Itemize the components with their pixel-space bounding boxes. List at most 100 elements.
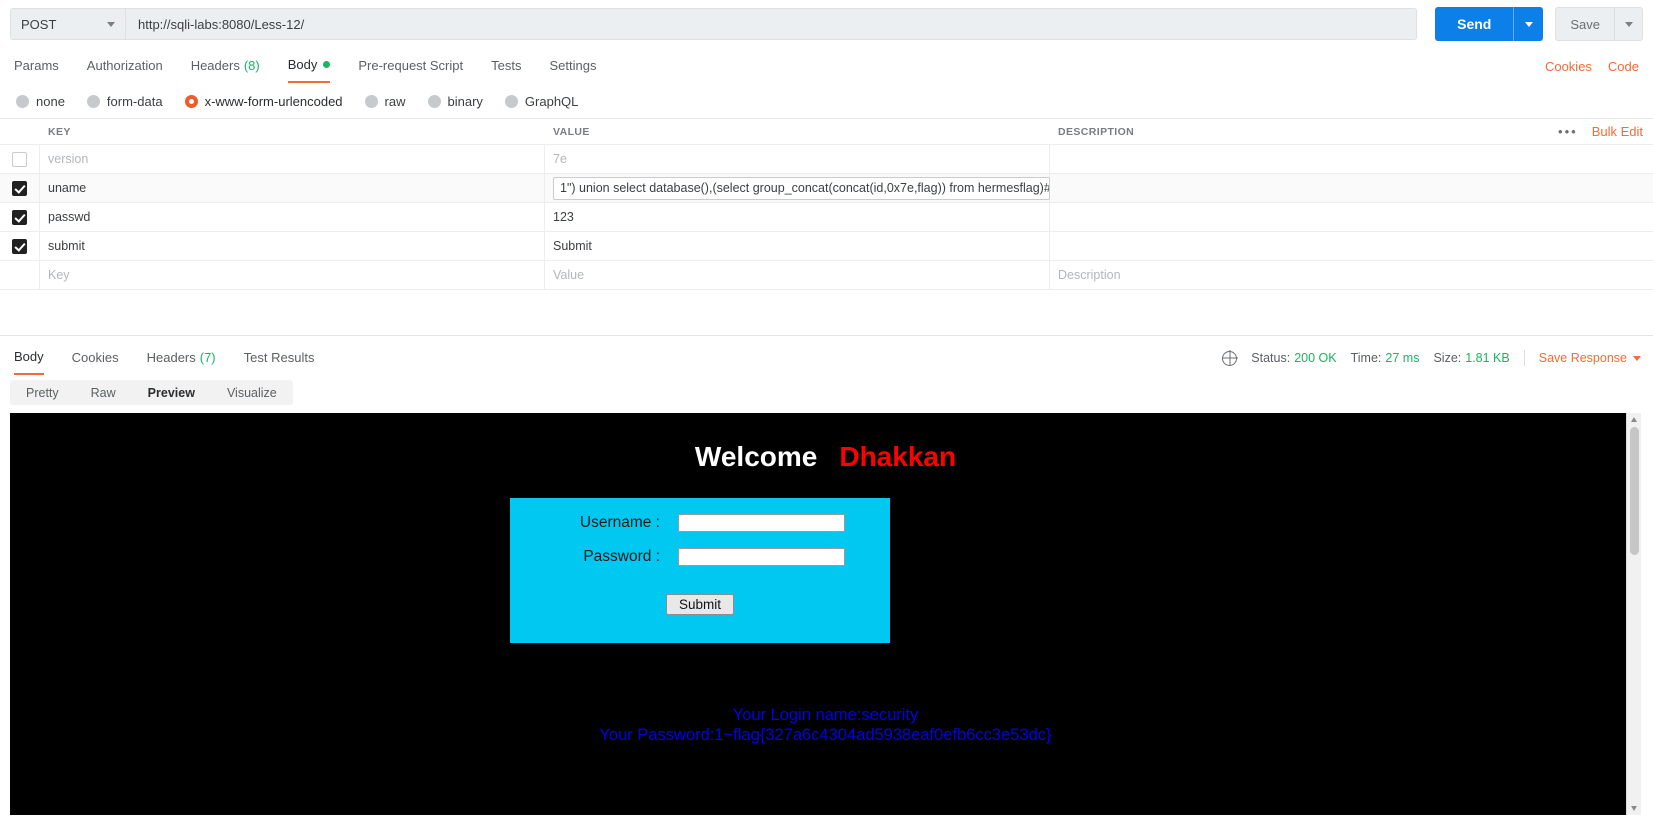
view-mode-pretty[interactable]: Pretty — [10, 386, 75, 400]
table-row[interactable]: submit Submit — [0, 232, 1653, 261]
tab-label: Headers — [190, 58, 240, 73]
tab-headers[interactable]: Headers (8) — [191, 50, 260, 82]
body-type-none[interactable]: none — [16, 94, 65, 109]
param-key[interactable]: submit — [48, 239, 85, 253]
column-header-description: DESCRIPTION — [1058, 125, 1135, 138]
new-param-description[interactable]: Description — [1058, 268, 1121, 282]
body-type-label: raw — [384, 93, 406, 109]
new-param-key[interactable]: Key — [48, 268, 70, 282]
tab-label: Test Results — [243, 350, 315, 365]
tab-authorization[interactable]: Authorization — [87, 50, 163, 82]
body-type-binary[interactable]: binary — [427, 93, 483, 109]
preview-scrollbar[interactable] — [1626, 413, 1641, 815]
view-mode-preview[interactable]: Preview — [132, 386, 211, 400]
username-row: Username : — [510, 514, 890, 532]
save-button[interactable]: Save — [1555, 7, 1643, 41]
username-input[interactable] — [678, 514, 845, 532]
table-row[interactable]: passwd 123 — [0, 203, 1653, 232]
param-value: 1") union select database(),(select grou… — [560, 181, 1049, 195]
body-type-raw[interactable]: raw — [364, 93, 406, 109]
table-row[interactable]: version 7e — [0, 145, 1653, 174]
tab-pre-request-script[interactable]: Pre-request Script — [358, 50, 463, 82]
tab-tests[interactable]: Tests — [491, 50, 521, 82]
welcome-text: Welcome — [694, 441, 818, 472]
table-row[interactable]: uname 1") union select database(),(selec… — [0, 174, 1653, 203]
preview-welcome-heading: Welcome Dhakkan — [10, 413, 1641, 473]
tab-params[interactable]: Params — [14, 50, 59, 82]
body-type-label: x-www-form-urlencoded — [204, 93, 343, 109]
radio-icon — [427, 94, 441, 108]
param-key[interactable]: passwd — [48, 210, 90, 224]
size-group: Size: 1.81 KB — [1433, 351, 1509, 365]
globe-icon[interactable] — [1222, 350, 1238, 366]
header-checkbox-cell — [0, 119, 40, 144]
request-tab-bar: Params Authorization Headers (8) Body Pr… — [0, 48, 1653, 84]
radio-icon — [504, 94, 518, 108]
tab-label: Authorization — [86, 58, 163, 73]
tab-label: Body — [14, 349, 44, 364]
table-header-row: KEY VALUE DESCRIPTION ••• Bulk Edit — [0, 119, 1653, 145]
tab-label: Cookies — [71, 350, 119, 365]
tab-label: Pre-request Script — [358, 58, 464, 73]
param-value[interactable]: 123 — [553, 210, 574, 224]
view-mode-raw[interactable]: Raw — [75, 386, 132, 400]
view-mode-visualize[interactable]: Visualize — [211, 386, 293, 400]
send-dropdown-button[interactable] — [1513, 7, 1543, 41]
status-group: Status: 200 OK — [1251, 351, 1336, 365]
response-preview-pane: Welcome Dhakkan Username : Password : Sub… — [10, 413, 1641, 815]
save-button-label: Save — [1570, 16, 1600, 32]
param-key[interactable]: version — [48, 152, 88, 166]
chevron-down-icon — [1624, 21, 1633, 27]
code-link[interactable]: Code — [1608, 59, 1639, 74]
status-label: Status: — [1251, 351, 1291, 365]
send-button[interactable]: Send — [1435, 7, 1544, 41]
time-label: Time: — [1350, 351, 1382, 365]
response-tab-headers[interactable]: Headers (7) — [147, 342, 216, 374]
save-response-button[interactable]: Save Response — [1539, 351, 1641, 365]
request-url-value: http://sqli-labs:8080/Less-12/ — [138, 16, 305, 32]
body-type-graphql[interactable]: GraphQL — [504, 93, 579, 109]
response-tab-test-results[interactable]: Test Results — [244, 342, 315, 374]
request-url-bar: POST http://sqli-labs:8080/Less-12/ Send… — [0, 0, 1653, 48]
param-key[interactable]: uname — [48, 181, 86, 195]
save-dropdown-button[interactable] — [1614, 8, 1642, 40]
bulk-edit-link[interactable]: Bulk Edit — [1592, 124, 1643, 139]
row-checkbox[interactable] — [12, 180, 27, 196]
http-method-select[interactable]: POST — [10, 8, 125, 40]
response-meta-bar: Status: 200 OK Time: 27 ms Size: 1.81 KB Sa… — [1222, 350, 1641, 366]
row-checkbox[interactable] — [12, 209, 27, 225]
password-input[interactable] — [678, 548, 845, 566]
password-label: Password : — [583, 548, 660, 565]
body-type-form-data[interactable]: form-data — [86, 94, 163, 109]
response-tab-cookies[interactable]: Cookies — [72, 342, 119, 374]
cookies-link[interactable]: Cookies — [1545, 59, 1592, 74]
body-type-label: GraphQL — [524, 93, 579, 109]
tab-label: Tests — [491, 58, 522, 73]
body-type-label: binary — [447, 93, 483, 109]
more-options-icon[interactable]: ••• — [1558, 124, 1578, 139]
tab-settings[interactable]: Settings — [549, 50, 596, 82]
radio-icon — [364, 94, 378, 108]
scroll-down-arrow-icon[interactable] — [1631, 806, 1637, 811]
tab-label: Settings — [549, 58, 597, 73]
request-body-empty-area — [0, 290, 1653, 336]
scroll-up-arrow-icon[interactable] — [1631, 417, 1637, 422]
response-tab-body[interactable]: Body — [14, 341, 44, 375]
username-label: Username : — [579, 514, 660, 531]
request-url-input[interactable]: http://sqli-labs:8080/Less-12/ — [125, 8, 1418, 40]
scrollbar-thumb[interactable] — [1630, 427, 1639, 555]
row-checkbox[interactable] — [12, 238, 27, 254]
password-flag-result: Your Password:1~flag{327a6c4304ad5938eaf… — [599, 726, 1052, 744]
body-type-x-www-form-urlencoded[interactable]: x-www-form-urlencoded — [184, 93, 343, 109]
row-checkbox[interactable] — [12, 151, 27, 167]
new-param-value[interactable]: Value — [553, 268, 584, 282]
param-value-input[interactable]: 1") union select database(),(select grou… — [553, 176, 1050, 200]
param-value[interactable]: Submit — [553, 239, 592, 253]
login-submit-button[interactable]: Submit — [665, 594, 735, 615]
param-value[interactable]: 7e — [553, 152, 567, 166]
table-placeholder-row[interactable]: Key Value Description — [0, 261, 1653, 290]
status-value: 200 OK — [1294, 351, 1337, 365]
size-label: Size: — [1433, 351, 1462, 365]
chevron-down-icon — [107, 21, 115, 27]
tab-body[interactable]: Body — [287, 49, 331, 83]
